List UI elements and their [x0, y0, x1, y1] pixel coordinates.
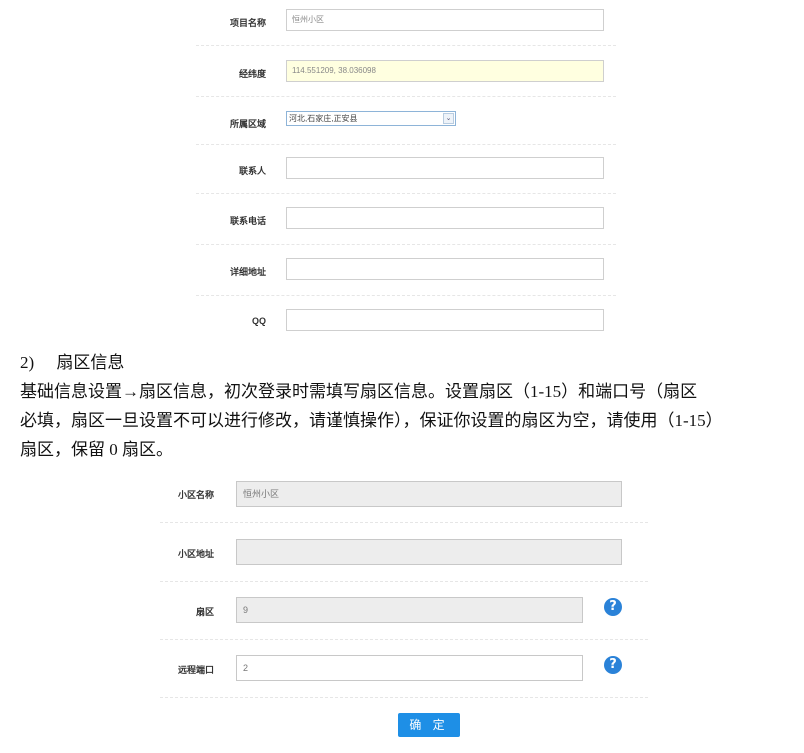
- divider: [160, 581, 648, 582]
- phone-input[interactable]: [286, 207, 604, 229]
- section-heading-number: 2): [20, 353, 35, 372]
- sector-label: 扇区: [195, 607, 214, 617]
- region-select-value: 河北,石家庄,正安县: [289, 114, 358, 123]
- project-name-label: 项目名称: [229, 18, 266, 28]
- paragraph-line: 扇区，保留 0 扇区。: [20, 440, 173, 459]
- project-name-input[interactable]: 恒州小区: [286, 9, 604, 31]
- help-icon[interactable]: ?: [604, 598, 622, 616]
- divider: [196, 144, 616, 145]
- paragraph-line: 必填，扇区一旦设置不可以进行修改，请谨慎操作），保证你设置的扇区为空，请使用（1…: [20, 411, 723, 430]
- qq-input[interactable]: [286, 309, 604, 331]
- section-heading: 2) 扇区信息: [20, 348, 800, 373]
- remote-port-input[interactable]: 2: [236, 655, 583, 681]
- remote-port-label: 远程端口: [177, 665, 214, 675]
- region-select[interactable]: 河北,石家庄,正安县 ⌄: [286, 111, 456, 126]
- chevron-down-icon[interactable]: ⌄: [443, 113, 454, 124]
- phone-label: 联系电话: [229, 216, 266, 226]
- community-name-input[interactable]: 恒州小区: [236, 481, 622, 507]
- contact-label: 联系人: [238, 166, 266, 176]
- divider: [196, 295, 616, 296]
- region-label: 所属区域: [229, 119, 266, 129]
- latlng-label: 经纬度: [238, 69, 266, 79]
- divider: [160, 697, 648, 698]
- help-icon[interactable]: ?: [604, 656, 622, 674]
- address-label: 详细地址: [229, 267, 266, 277]
- divider: [160, 639, 648, 640]
- community-address-label: 小区地址: [177, 549, 214, 559]
- paragraph-line: 基础信息设置→扇区信息，初次登录时需填写扇区信息。设置扇区（1-15）和端口号（…: [20, 382, 698, 401]
- qq-label: QQ: [251, 316, 266, 326]
- divider: [196, 45, 616, 46]
- community-name-label: 小区名称: [177, 490, 214, 500]
- latlng-input[interactable]: 114.551209, 38.036098: [286, 60, 604, 82]
- divider: [196, 193, 616, 194]
- sector-input[interactable]: 9: [236, 597, 583, 623]
- address-input[interactable]: [286, 258, 604, 280]
- contact-input[interactable]: [286, 157, 604, 179]
- confirm-button[interactable]: 确 定: [398, 713, 460, 737]
- divider: [196, 244, 616, 245]
- section-heading-text: 扇区信息: [56, 353, 125, 372]
- divider: [160, 522, 648, 523]
- divider: [196, 96, 616, 97]
- community-address-input[interactable]: [236, 539, 622, 565]
